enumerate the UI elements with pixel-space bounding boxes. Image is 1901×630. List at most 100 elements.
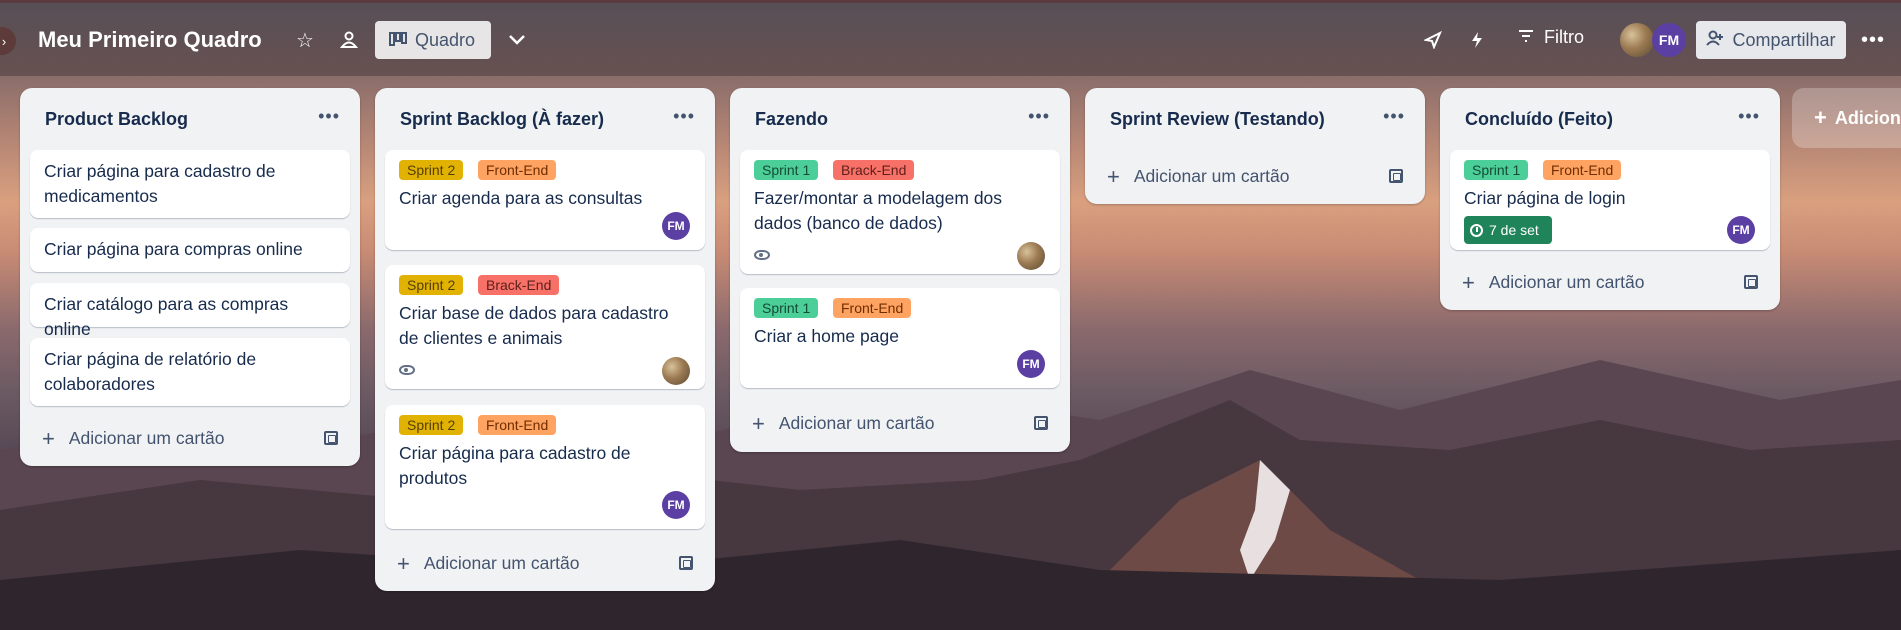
due-date-text: 7 de set (1489, 222, 1539, 238)
list-title[interactable]: Sprint Review (Testando) (1110, 109, 1325, 130)
filter-button[interactable]: Filtro (1518, 27, 1584, 48)
filter-icon (1518, 27, 1534, 48)
eye-icon (399, 365, 415, 375)
plus-icon: + (42, 425, 55, 451)
list-more-icon[interactable]: ••• (673, 106, 695, 127)
card-member-avatar[interactable]: FM (1017, 350, 1045, 378)
board-view-label: Quadro (415, 29, 476, 50)
list-card[interactable]: Sprint 1 Front-End Criar página de login… (1450, 150, 1770, 250)
list-card[interactable]: Sprint 2 Front-End Criar página para cad… (385, 405, 705, 529)
chevron-down-icon[interactable] (504, 27, 530, 53)
more-icon[interactable]: ••• (1860, 27, 1886, 53)
list-more-icon[interactable]: ••• (318, 106, 340, 127)
card-title: Criar página de login (1464, 188, 1626, 208)
card-title: Criar base de dados para cadastro de cli… (399, 303, 669, 348)
template-icon[interactable] (1744, 275, 1758, 289)
list-fazendo: Fazendo ••• Sprint 1 Brack-End Fazer/mon… (730, 88, 1070, 452)
list-title[interactable]: Concluído (Feito) (1465, 109, 1613, 130)
filter-label: Filtro (1544, 27, 1584, 47)
card-label-area[interactable]: Front-End (1543, 160, 1622, 180)
add-card-label: Adicionar um cartão (1488, 272, 1645, 292)
add-card-button[interactable]: + Adicionar um cartão (42, 425, 225, 451)
list-card[interactable]: Criar página para compras online (30, 228, 350, 272)
list-title[interactable]: Sprint Backlog (À fazer) (400, 109, 604, 130)
list-card[interactable]: Criar página para cadastro de medicament… (30, 150, 350, 218)
list-product-backlog: Product Backlog ••• Criar página para ca… (20, 88, 360, 466)
list-card[interactable]: Sprint 2 Brack-End Criar base de dados p… (385, 265, 705, 389)
card-title: Criar agenda para as consultas (399, 188, 643, 208)
card-label-area[interactable]: Front-End (478, 160, 557, 180)
board-title[interactable]: Meu Primeiro Quadro (38, 27, 262, 53)
add-list-button[interactable]: + Adiciona (1792, 88, 1901, 148)
add-card-button[interactable]: + Adicionar um cartão (397, 550, 580, 576)
due-date-badge[interactable]: 7 de set (1464, 216, 1552, 244)
card-label-area[interactable]: Brack-End (833, 160, 915, 180)
share-label: Compartilhar (1732, 29, 1836, 50)
card-member-avatar[interactable]: FM (662, 491, 690, 519)
add-card-label: Adicionar um cartão (778, 413, 935, 433)
add-card-label: Adicionar um cartão (1133, 166, 1290, 186)
card-label-sprint[interactable]: Sprint 2 (399, 275, 464, 295)
card-label-sprint[interactable]: Sprint 1 (754, 160, 819, 180)
card-label-sprint[interactable]: Sprint 2 (399, 160, 464, 180)
sidebar-toggle-button[interactable]: › (0, 27, 16, 55)
card-title: Criar a home page (754, 326, 899, 346)
eye-icon (754, 250, 770, 260)
list-concluido: Concluído (Feito) ••• Sprint 1 Front-End… (1440, 88, 1780, 310)
template-icon[interactable] (1389, 169, 1403, 183)
list-card[interactable]: Criar página de relatório de colaborador… (30, 338, 350, 406)
board-header: › Meu Primeiro Quadro ☆ Quadro Filtro FM… (0, 0, 1901, 76)
card-title: Criar página para compras online (44, 239, 303, 259)
card-member-avatar[interactable]: FM (662, 212, 690, 240)
list-card[interactable]: Sprint 1 Brack-End Fazer/montar a modela… (740, 150, 1060, 274)
plus-icon: + (1814, 105, 1827, 130)
list-card[interactable]: Sprint 1 Front-End Criar a home page FM (740, 288, 1060, 388)
card-member-avatar[interactable] (662, 357, 690, 385)
list-sprint-review: Sprint Review (Testando) ••• + Adicionar… (1085, 88, 1425, 204)
list-more-icon[interactable]: ••• (1028, 106, 1050, 127)
card-title: Fazer/montar a modelagem dos dados (banc… (754, 188, 1003, 233)
list-card[interactable]: Criar catálogo para as compras online (30, 283, 350, 339)
share-button[interactable]: Compartilhar (1696, 21, 1846, 59)
list-more-icon[interactable]: ••• (1738, 106, 1760, 127)
card-member-avatar[interactable] (1017, 242, 1045, 270)
add-person-icon (1706, 30, 1724, 51)
card-title: Criar catálogo para as compras online (44, 294, 289, 339)
template-icon[interactable] (1034, 416, 1048, 430)
board-icon (389, 30, 407, 51)
lightning-icon[interactable] (1464, 27, 1490, 53)
card-title: Criar página para cadastro de medicament… (44, 161, 276, 206)
list-title[interactable]: Product Backlog (45, 109, 188, 130)
list-title[interactable]: Fazendo (755, 109, 828, 130)
add-card-button[interactable]: + Adicionar um cartão (752, 410, 935, 436)
list-sprint-backlog: Sprint Backlog (À fazer) ••• Sprint 2 Fr… (375, 88, 715, 591)
card-label-area[interactable]: Brack-End (478, 275, 560, 295)
plus-icon: + (752, 410, 765, 436)
list-card[interactable]: Sprint 2 Front-End Criar agenda para as … (385, 150, 705, 250)
member-avatar-fm[interactable]: FM (1652, 23, 1686, 57)
card-label-area[interactable]: Front-End (833, 298, 912, 318)
template-icon[interactable] (324, 431, 338, 445)
add-card-button[interactable]: + Adicionar um cartão (1107, 163, 1290, 189)
clock-icon (1470, 223, 1483, 237)
card-label-sprint[interactable]: Sprint 1 (754, 298, 819, 318)
plus-icon: + (1107, 163, 1120, 189)
list-more-icon[interactable]: ••• (1383, 106, 1405, 127)
card-title: Criar página para cadastro de produtos (399, 443, 631, 488)
card-label-area[interactable]: Front-End (478, 415, 557, 435)
add-card-label: Adicionar um cartão (423, 553, 580, 573)
rocket-icon[interactable] (1420, 27, 1446, 53)
card-label-sprint[interactable]: Sprint 2 (399, 415, 464, 435)
people-icon[interactable] (336, 27, 362, 53)
add-card-button[interactable]: + Adicionar um cartão (1462, 269, 1645, 295)
card-member-avatar[interactable]: FM (1727, 216, 1755, 244)
star-icon[interactable]: ☆ (292, 27, 318, 53)
board-view-button[interactable]: Quadro (375, 21, 491, 59)
add-list-label: Adiciona (1834, 107, 1901, 128)
card-title: Criar página de relatório de colaborador… (44, 349, 257, 394)
plus-icon: + (1462, 269, 1475, 295)
template-icon[interactable] (679, 556, 693, 570)
member-avatar-photo[interactable] (1620, 23, 1654, 57)
card-label-sprint[interactable]: Sprint 1 (1464, 160, 1529, 180)
plus-icon: + (397, 550, 410, 576)
